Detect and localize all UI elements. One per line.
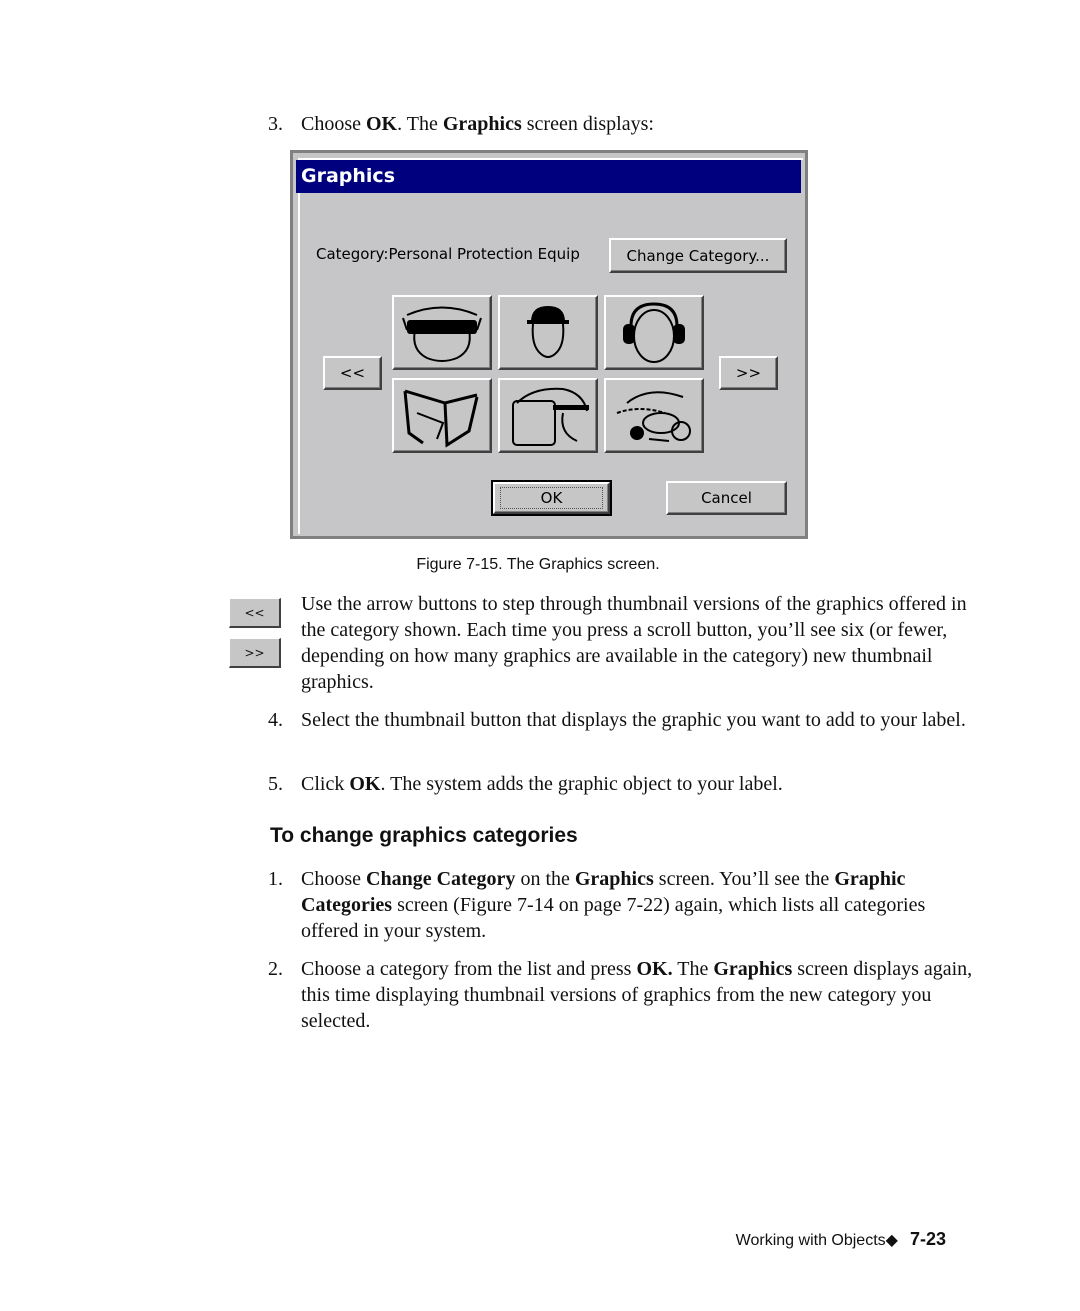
- text: screen displays:: [521, 113, 654, 135]
- ok-button[interactable]: OK: [491, 480, 612, 516]
- bold-term: OK: [366, 113, 398, 135]
- face-shield-icon: [512, 387, 589, 446]
- step-5: 5. Click OK. The system adds the graphic…: [268, 771, 980, 797]
- step-number: 4.: [268, 709, 283, 731]
- thumbnail-respirator[interactable]: [604, 378, 704, 453]
- text: Choose: [301, 868, 366, 890]
- text: on the: [515, 868, 575, 890]
- text: Choose: [301, 113, 366, 135]
- category-step-2: 2. Choose a category from the list and p…: [268, 956, 980, 1034]
- category-value: Personal Protection Equip: [388, 245, 580, 263]
- bold-term: Graphics: [442, 113, 522, 135]
- thumbnail-face-shield[interactable]: [498, 378, 598, 453]
- section-heading: To change graphics categories: [270, 824, 578, 847]
- bold-term: Graphics: [574, 868, 654, 890]
- text: screen. You’ll see the: [653, 868, 835, 890]
- step-number: 1.: [268, 868, 283, 890]
- goggles-face-icon: [402, 306, 482, 362]
- step-number: 2.: [268, 958, 283, 980]
- hard-hat-face-icon: [527, 305, 569, 358]
- category-label: Category:Personal Protection Equip: [316, 245, 580, 263]
- figure-caption: Figure 7-15. The Graphics screen.: [416, 556, 660, 573]
- change-category-button[interactable]: Change Category...: [609, 238, 787, 273]
- text: Choose a category from the list and pres…: [301, 958, 637, 980]
- bold-term: OK: [349, 773, 381, 795]
- safety-glasses-icon: [403, 389, 479, 448]
- step-3: 3. Choose OK. The Graphics screen displa…: [268, 111, 980, 137]
- text: Click: [301, 773, 350, 795]
- category-label-text: Category:: [316, 245, 389, 263]
- bold-term: Change Category: [366, 868, 516, 890]
- text: screen (Figure 7-14 on page 7-22) again,…: [301, 894, 926, 942]
- dialog-titlebar: Graphics: [296, 160, 801, 193]
- page-footer: Working with Objects◆ 7-23: [736, 1229, 946, 1250]
- text: . The system adds the graphic object to …: [380, 773, 783, 795]
- ear-muffs-icon: [623, 301, 685, 363]
- step-number: 5.: [268, 773, 283, 795]
- diamond-icon: ◆: [885, 1232, 898, 1249]
- thumbnail-goggles[interactable]: [392, 295, 492, 370]
- cancel-button[interactable]: Cancel: [666, 481, 787, 515]
- thumbnail-hard-hat[interactable]: [498, 295, 598, 370]
- bold-term: Graphics: [713, 958, 793, 980]
- text: The: [672, 958, 714, 980]
- step-number: 3.: [268, 113, 283, 135]
- bold-term: OK.: [636, 958, 673, 980]
- page-number: 7-23: [909, 1229, 946, 1249]
- category-step-1: 1. Choose Change Category on the Graphic…: [268, 866, 980, 944]
- arrow-buttons-paragraph: Use the arrow buttons to step through th…: [301, 593, 967, 693]
- side-prev-button-illustration: <<: [229, 598, 281, 628]
- footer-section-title: Working with Objects: [735, 1232, 886, 1249]
- ok-button-label: OK: [499, 487, 604, 509]
- thumbnail-safety-glasses[interactable]: [392, 378, 492, 453]
- step-text: Select the thumbnail button that display…: [301, 709, 966, 731]
- step-4: 4. Select the thumbnail button that disp…: [268, 707, 980, 733]
- respirator-mask-icon: [616, 390, 691, 442]
- side-next-button-illustration: >>: [229, 638, 281, 668]
- text: . The: [397, 113, 443, 135]
- next-page-button[interactable]: >>: [719, 356, 778, 390]
- thumbnail-ear-muffs[interactable]: [604, 295, 704, 370]
- prev-page-button[interactable]: <<: [323, 356, 382, 390]
